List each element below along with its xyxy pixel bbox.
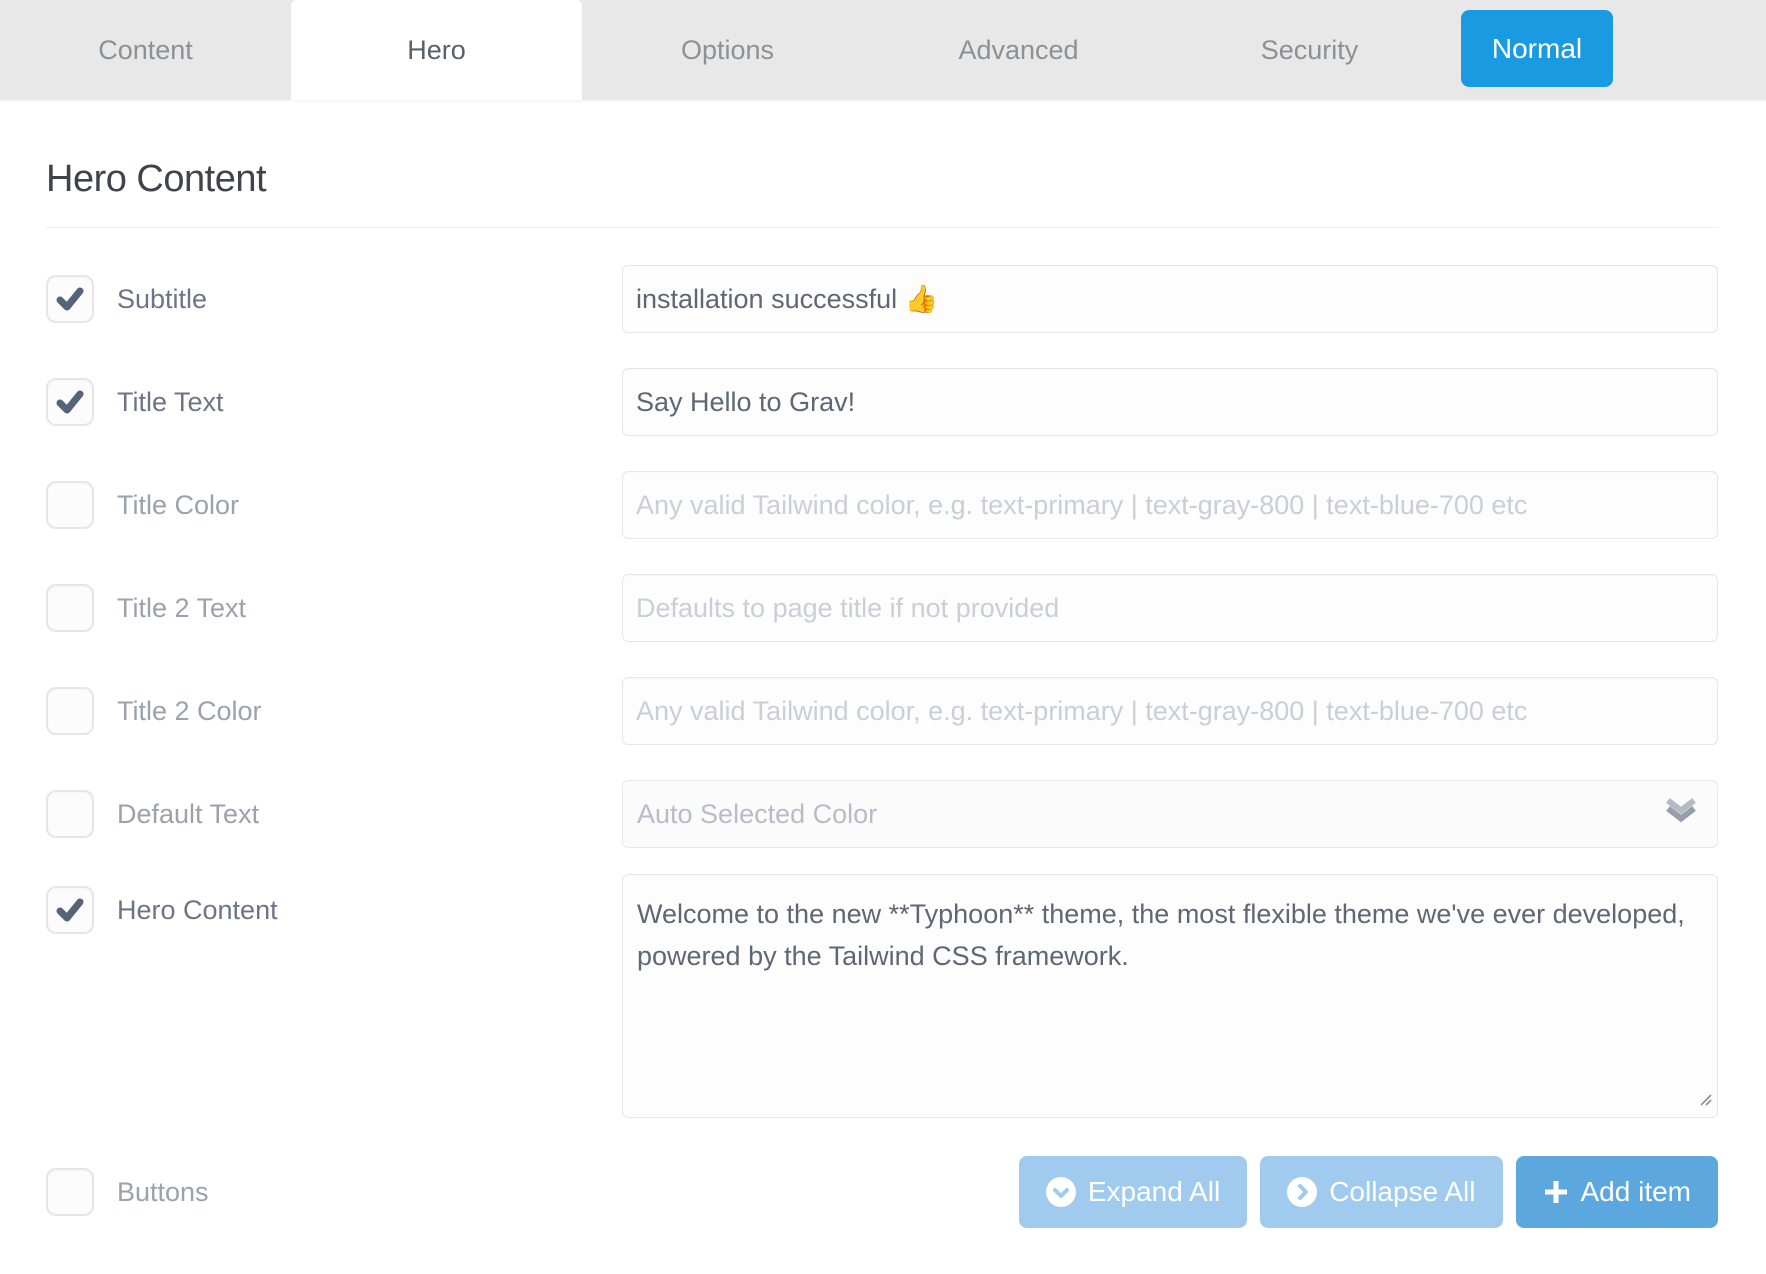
tab-security-label: Security: [1261, 35, 1359, 66]
form-row-title2-text: Title 2 Text: [46, 574, 1718, 642]
tab-advanced[interactable]: Advanced: [873, 0, 1164, 100]
hero-content-textarea[interactable]: Welcome to the new **Typhoon** theme, th…: [622, 874, 1718, 1118]
expand-all-button[interactable]: Expand All: [1019, 1156, 1247, 1228]
tab-bar: Content Hero Options Advanced Security N…: [0, 0, 1766, 100]
form-row-hero-content: Hero Content Welcome to the new **Typhoo…: [46, 874, 1718, 1118]
default-text-select-value: Auto Selected Color: [637, 799, 877, 830]
title-color-input[interactable]: [622, 471, 1718, 539]
default-text-checkbox[interactable]: [46, 790, 94, 838]
chevron-down-circle-icon: [1046, 1177, 1076, 1207]
tab-hero[interactable]: Hero: [291, 0, 582, 100]
buttons-checkbox[interactable]: [46, 1168, 94, 1216]
checkmark-icon: [54, 894, 86, 926]
normal-mode-button[interactable]: Normal: [1461, 10, 1613, 87]
collapse-all-label: Collapse All: [1329, 1176, 1475, 1208]
default-text-label: Default Text: [117, 799, 259, 830]
hero-content-checkbox[interactable]: [46, 886, 94, 934]
hero-content-label: Hero Content: [117, 895, 278, 926]
tab-hero-label: Hero: [407, 35, 466, 66]
page-editor: Content Hero Options Advanced Security N…: [0, 0, 1766, 1274]
default-text-select[interactable]: Auto Selected Color: [622, 780, 1718, 848]
tab-content-label: Content: [98, 35, 193, 66]
expert-mode-button[interactable]: Expert: [1607, 10, 1750, 87]
subtitle-input[interactable]: [622, 265, 1718, 333]
form-row-title-text: Title Text: [46, 368, 1718, 436]
collapse-all-button[interactable]: Collapse All: [1260, 1156, 1502, 1228]
title2-color-checkbox[interactable]: [46, 687, 94, 735]
title-color-checkbox[interactable]: [46, 481, 94, 529]
expand-all-label: Expand All: [1088, 1176, 1220, 1208]
resize-handle-icon[interactable]: [1697, 1091, 1713, 1112]
tab-security[interactable]: Security: [1164, 0, 1455, 100]
buttons-label: Buttons: [117, 1177, 209, 1208]
plus-icon: [1543, 1179, 1569, 1205]
title-text-checkbox[interactable]: [46, 378, 94, 426]
checkmark-icon: [54, 386, 86, 418]
title2-text-input[interactable]: [622, 574, 1718, 642]
form-row-default-text: Default Text Auto Selected Color: [46, 780, 1718, 848]
chevron-down-icon: [1661, 797, 1701, 832]
title2-text-label: Title 2 Text: [117, 593, 246, 624]
tab-options[interactable]: Options: [582, 0, 873, 100]
subtitle-label: Subtitle: [117, 284, 207, 315]
title-text-input[interactable]: [622, 368, 1718, 436]
title-text-label: Title Text: [117, 387, 224, 418]
page-title: Hero Content: [46, 158, 1718, 201]
subtitle-checkbox[interactable]: [46, 275, 94, 323]
checkmark-icon: [54, 283, 86, 315]
page-heading-section: Hero Content: [46, 100, 1718, 228]
form-row-buttons: Buttons Expand All Collapse All: [46, 1156, 1718, 1228]
title2-color-label: Title 2 Color: [117, 696, 262, 727]
add-item-button[interactable]: Add item: [1516, 1156, 1719, 1228]
tab-content[interactable]: Content: [0, 0, 291, 100]
form-row-subtitle: Subtitle: [46, 265, 1718, 333]
mode-toggle: Normal Expert: [1461, 10, 1750, 87]
form-row-title-color: Title Color: [46, 471, 1718, 539]
add-item-label: Add item: [1581, 1176, 1692, 1208]
title2-text-checkbox[interactable]: [46, 584, 94, 632]
form-row-title2-color: Title 2 Color: [46, 677, 1718, 745]
title2-color-input[interactable]: [622, 677, 1718, 745]
title-color-label: Title Color: [117, 490, 239, 521]
tab-advanced-label: Advanced: [958, 35, 1078, 66]
main-content: Hero Content Subtitle Title Text: [0, 100, 1766, 1228]
tab-options-label: Options: [681, 35, 774, 66]
chevron-right-circle-icon: [1287, 1177, 1317, 1207]
